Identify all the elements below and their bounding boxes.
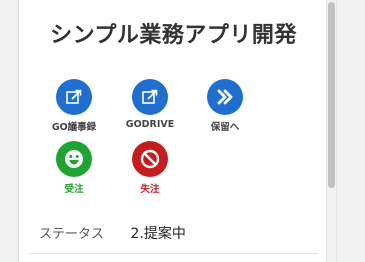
horyu-button[interactable]: 保留へ xyxy=(193,79,257,133)
smiley-icon xyxy=(56,141,92,177)
record-card: シンプル業務アプリ開発 GO議事録 GODRIVE 保留へ 受注 失注 ステータ… xyxy=(18,0,329,262)
edit-external-icon xyxy=(132,79,168,115)
divider xyxy=(29,253,318,254)
juchu-label: 受注 xyxy=(64,184,84,195)
juchu-button[interactable]: 受注 xyxy=(42,141,106,195)
horyu-label: 保留へ xyxy=(210,122,240,133)
edit-external-icon xyxy=(56,79,92,115)
page-title: シンプル業務アプリ開発 xyxy=(50,23,297,48)
shitchu-button[interactable]: 失注 xyxy=(118,141,182,195)
status-label: ステータス xyxy=(39,227,105,242)
status-field: ステータス 2.提案中 xyxy=(39,223,186,243)
prohibited-icon xyxy=(132,141,168,177)
go-gijiroku-button[interactable]: GO議事録 xyxy=(42,79,106,133)
go-gijiroku-label: GO議事録 xyxy=(51,122,97,133)
status-value: 2.提案中 xyxy=(130,226,186,242)
godrive-label: GODRIVE xyxy=(125,119,175,130)
scrollbar-thumb[interactable] xyxy=(328,2,335,188)
shitchu-label: 失注 xyxy=(140,184,160,195)
godrive-button[interactable]: GODRIVE xyxy=(118,79,182,130)
chevron-double-right-icon xyxy=(207,79,243,115)
vertical-scrollbar[interactable] xyxy=(326,0,337,262)
